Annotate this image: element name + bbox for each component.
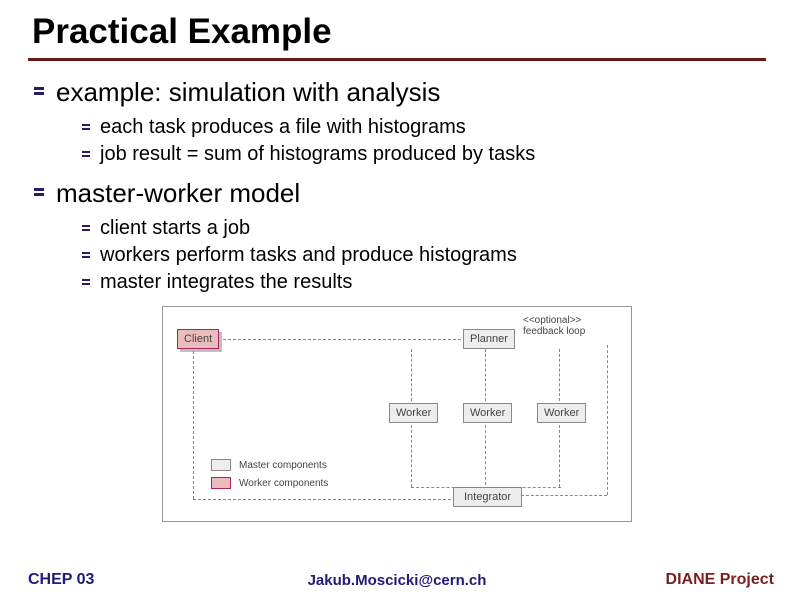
worker-box: Worker	[389, 403, 438, 423]
footer-left: CHEP 03	[28, 571, 94, 589]
legend-label: Master components	[239, 460, 327, 471]
legend-swatch-worker	[211, 477, 231, 489]
sub-bullet-item: workers perform tasks and produce histog…	[82, 244, 764, 267]
bullet-icon	[82, 124, 90, 132]
sub-bullet-text: client starts a job	[100, 217, 250, 240]
connector-line	[521, 495, 607, 496]
slide-footer: CHEP 03 Jakub.Moscicki@cern.ch DIANE Pro…	[0, 571, 794, 589]
planner-box: Planner	[463, 329, 515, 349]
sub-bullet-item: client starts a job	[82, 217, 764, 240]
content-area: example: simulation with analysis each t…	[0, 61, 794, 522]
client-box: Client	[177, 329, 219, 349]
connector-line	[485, 425, 486, 485]
diagram-legend: Master components Worker components	[211, 459, 328, 495]
slide-title: Practical Example	[0, 0, 794, 58]
optional-annotation: <<optional>> feedback loop	[523, 315, 585, 337]
bullet-icon	[82, 151, 90, 159]
connector-line	[559, 425, 560, 487]
sub-bullet-text: workers perform tasks and produce histog…	[100, 244, 517, 267]
connector-line	[411, 425, 412, 487]
bullet-icon	[34, 87, 44, 97]
bullet-icon	[34, 188, 44, 198]
footer-right: DIANE Project	[666, 571, 774, 589]
legend-swatch-master	[211, 459, 231, 471]
optional-line: <<optional>>	[523, 315, 585, 326]
connector-line	[607, 345, 608, 495]
sub-bullet-text: job result = sum of histograms produced …	[100, 143, 535, 166]
sub-bullet-item: job result = sum of histograms produced …	[82, 143, 764, 166]
optional-line: feedback loop	[523, 326, 585, 337]
bullet-text: master-worker model	[56, 178, 300, 209]
bullet-icon	[82, 279, 90, 287]
connector-line	[411, 349, 412, 401]
bullet-item-2: master-worker model client starts a job …	[34, 178, 764, 294]
worker-box: Worker	[463, 403, 512, 423]
legend-row: Master components	[211, 459, 328, 471]
sub-bullet-text: master integrates the results	[100, 271, 352, 294]
legend-row: Worker components	[211, 477, 328, 489]
sub-bullet-item: each task produces a file with histogram…	[82, 116, 764, 139]
connector-line	[223, 339, 461, 340]
footer-center: Jakub.Moscicki@cern.ch	[308, 572, 487, 589]
architecture-diagram: <<optional>> feedback loop Client Planne…	[162, 306, 632, 522]
connector-line	[559, 349, 560, 401]
legend-label: Worker components	[239, 478, 328, 489]
worker-box: Worker	[537, 403, 586, 423]
bullet-text: example: simulation with analysis	[56, 77, 440, 108]
connector-line	[411, 487, 561, 488]
bullet-icon	[82, 252, 90, 260]
connector-line	[193, 499, 451, 500]
sub-bullet-text: each task produces a file with histogram…	[100, 116, 466, 139]
connector-line	[193, 351, 194, 499]
bullet-item-1: example: simulation with analysis each t…	[34, 77, 764, 166]
sub-bullet-item: master integrates the results	[82, 271, 764, 294]
connector-line	[485, 349, 486, 401]
bullet-icon	[82, 225, 90, 233]
integrator-box: Integrator	[453, 487, 522, 507]
